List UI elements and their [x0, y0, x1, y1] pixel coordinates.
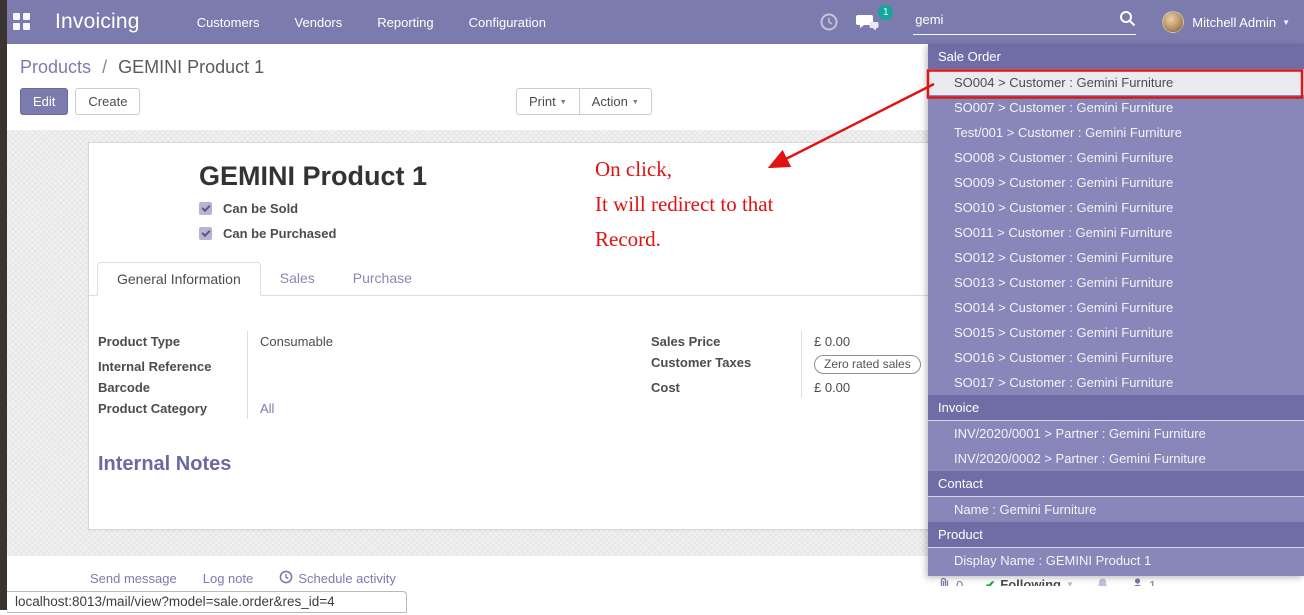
print-caret-icon: ▼: [560, 99, 567, 106]
search-result-test001[interactable]: Test/001 > Customer : Gemini Furniture: [928, 120, 1304, 145]
search-result-so008[interactable]: SO008 > Customer : Gemini Furniture: [928, 145, 1304, 170]
can-be-purchased-label: Can be Purchased: [223, 226, 336, 241]
can-be-sold-label: Can be Sold: [223, 201, 298, 216]
dropdown-header-contact: Contact: [928, 471, 1304, 497]
messages-badge: 1: [878, 5, 893, 20]
product-category-label: Product Category: [98, 398, 247, 419]
customer-taxes-tag[interactable]: Zero rated sales: [814, 355, 921, 374]
search-icon[interactable]: [1119, 10, 1136, 32]
breadcrumb-products-link[interactable]: Products: [20, 57, 91, 77]
breadcrumb: Products / GEMINI Product 1: [20, 57, 264, 78]
menu-configuration[interactable]: Configuration: [467, 11, 548, 34]
bell-icon: [1096, 577, 1109, 586]
action-caret-icon: ▼: [632, 99, 639, 106]
sales-price-label: Sales Price: [651, 331, 801, 352]
menu-reporting[interactable]: Reporting: [375, 11, 435, 34]
search-result-so016[interactable]: SO016 > Customer : Gemini Furniture: [928, 345, 1304, 370]
search-result-so012[interactable]: SO012 > Customer : Gemini Furniture: [928, 245, 1304, 270]
print-button[interactable]: Print▼: [516, 88, 580, 115]
can-be-purchased-checkbox[interactable]: [199, 227, 212, 240]
search-result-inv-0001[interactable]: INV/2020/0001 > Partner : Gemini Furnitu…: [928, 421, 1304, 446]
customer-taxes-label: Customer Taxes: [651, 352, 801, 377]
attachments-counter[interactable]: 0: [938, 577, 963, 586]
following-check-icon: ✔: [985, 578, 995, 587]
breadcrumb-current: GEMINI Product 1: [118, 57, 264, 77]
search-result-so004[interactable]: SO004 > Customer : Gemini Furniture: [928, 70, 1304, 95]
barcode-label: Barcode: [98, 377, 247, 398]
top-navbar: Invoicing Customers Vendors Reporting Co…: [0, 0, 1304, 44]
schedule-clock-icon: [279, 570, 293, 587]
menu-vendors[interactable]: Vendors: [293, 11, 345, 34]
product-category-value[interactable]: All: [247, 398, 638, 419]
apps-menu-icon[interactable]: [13, 13, 31, 31]
messages-icon[interactable]: 1: [855, 12, 881, 32]
can-be-sold-row: Can be Sold: [199, 201, 298, 216]
person-icon: [1131, 577, 1144, 586]
bell-counter[interactable]: [1096, 577, 1109, 586]
following-toggle[interactable]: ✔ Following ▼: [985, 577, 1074, 586]
search-result-so014[interactable]: SO014 > Customer : Gemini Furniture: [928, 295, 1304, 320]
field-group-left: Product Type Consumable Internal Referen…: [98, 331, 638, 419]
activities-clock-icon[interactable]: [819, 12, 839, 32]
search-result-inv-0002[interactable]: INV/2020/0002 > Partner : Gemini Furnitu…: [928, 446, 1304, 471]
user-avatar[interactable]: [1162, 11, 1184, 33]
paperclip-icon: [938, 577, 951, 586]
window-edge-strip: [0, 0, 7, 610]
can-be-purchased-row: Can be Purchased: [199, 226, 336, 241]
user-menu-caret-icon[interactable]: ▼: [1282, 18, 1290, 27]
search-results-dropdown: Sale Order SO004 > Customer : Gemini Fur…: [928, 44, 1304, 576]
create-button[interactable]: Create: [75, 88, 140, 115]
send-message-link[interactable]: Send message: [90, 571, 177, 586]
internal-reference-value: [247, 356, 638, 377]
followers-counter[interactable]: 1: [1131, 577, 1156, 586]
dropdown-header-product: Product: [928, 522, 1304, 548]
edit-button[interactable]: Edit: [20, 88, 68, 115]
internal-reference-label: Internal Reference: [98, 356, 247, 377]
record-buttons: Edit Create: [20, 88, 140, 115]
dropdown-header-invoice: Invoice: [928, 395, 1304, 421]
breadcrumb-separator: /: [102, 57, 107, 77]
global-search-input[interactable]: gemi: [913, 10, 1136, 35]
tab-general-information[interactable]: General Information: [97, 262, 261, 296]
top-menu: Customers Vendors Reporting Configuratio…: [195, 11, 548, 34]
search-result-so010[interactable]: SO010 > Customer : Gemini Furniture: [928, 195, 1304, 220]
tab-purchase[interactable]: Purchase: [334, 262, 431, 295]
menu-customers[interactable]: Customers: [195, 11, 262, 34]
search-result-so017[interactable]: SO017 > Customer : Gemini Furniture: [928, 370, 1304, 395]
user-menu[interactable]: Mitchell Admin: [1192, 15, 1276, 30]
product-title: GEMINI Product 1: [199, 161, 427, 192]
product-type-value: Consumable: [247, 331, 638, 356]
search-result-so007[interactable]: SO007 > Customer : Gemini Furniture: [928, 95, 1304, 120]
can-be-sold-checkbox[interactable]: [199, 202, 212, 215]
topbar-right: 1 gemi Mitchell Admin ▼: [819, 10, 1304, 35]
barcode-value: [247, 377, 638, 398]
search-query-text: gemi: [915, 12, 1114, 27]
search-result-contact[interactable]: Name : Gemini Furniture: [928, 497, 1304, 522]
internal-notes-heading: Internal Notes: [98, 453, 231, 476]
tab-sales[interactable]: Sales: [261, 262, 334, 295]
search-result-so013[interactable]: SO013 > Customer : Gemini Furniture: [928, 270, 1304, 295]
follower-widgets: 0 ✔ Following ▼ 1: [938, 577, 1156, 586]
search-result-product[interactable]: Display Name : GEMINI Product 1: [928, 548, 1304, 573]
search-result-so015[interactable]: SO015 > Customer : Gemini Furniture: [928, 320, 1304, 345]
cost-label: Cost: [651, 377, 801, 398]
log-note-link[interactable]: Log note: [203, 571, 254, 586]
action-button[interactable]: Action▼: [579, 88, 652, 115]
search-result-so011[interactable]: SO011 > Customer : Gemini Furniture: [928, 220, 1304, 245]
product-type-label: Product Type: [98, 331, 247, 356]
print-action-group: Print▼ Action▼: [516, 88, 652, 115]
search-result-so009[interactable]: SO009 > Customer : Gemini Furniture: [928, 170, 1304, 195]
chatter-links: Send message Log note Schedule activity: [90, 570, 396, 587]
following-caret-icon: ▼: [1066, 580, 1074, 586]
dropdown-header-sale-order: Sale Order: [928, 44, 1304, 70]
schedule-activity-link[interactable]: Schedule activity: [279, 570, 396, 587]
app-brand[interactable]: Invoicing: [55, 10, 140, 34]
